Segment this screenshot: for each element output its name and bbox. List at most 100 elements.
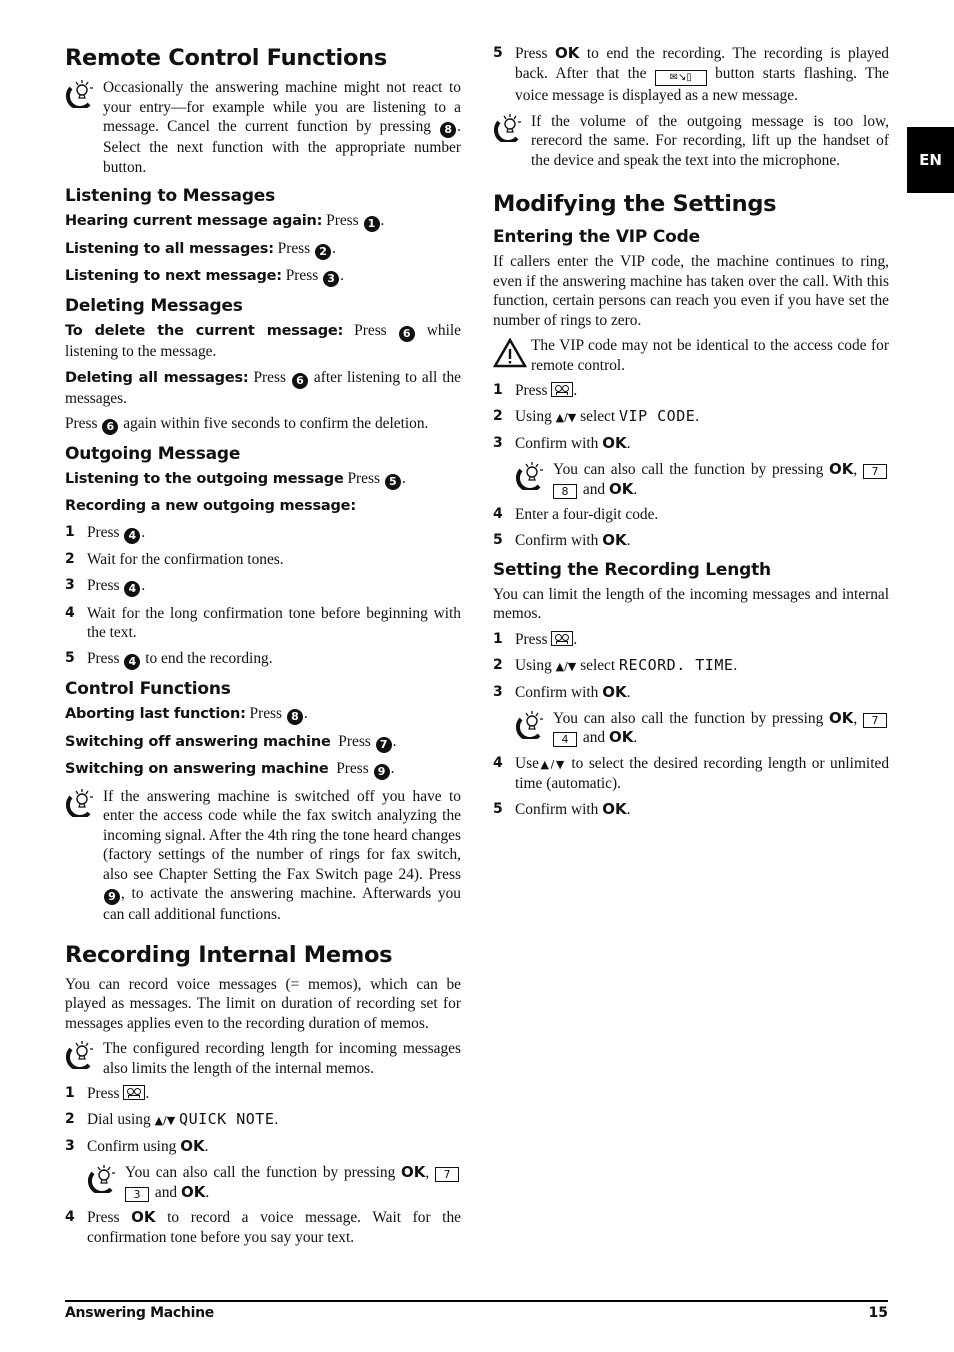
vip-intro: If callers enter the VIP code, the machi… <box>493 253 889 329</box>
lcd-text: VIP CODE <box>619 407 696 425</box>
answering-machine-key-icon <box>551 382 574 397</box>
ok-key: OK <box>555 44 580 62</box>
key-8-icon: 8 <box>553 483 577 499</box>
warning-triangle-icon <box>493 338 527 368</box>
section-title-recording-memos: Recording Internal Memos <box>65 941 393 968</box>
tip-note: You can also call the function by pressi… <box>87 1163 461 1202</box>
key-7-icon: 7 <box>435 1167 459 1182</box>
lightbulb-tip-icon <box>493 113 521 142</box>
deleting-item: Deleting all messages: Press 6 after lis… <box>65 368 462 407</box>
key-9-icon: 9 <box>373 764 390 780</box>
heading-listening-to-messages: Listening to Messages <box>65 186 276 206</box>
step-item: 1 Press . <box>493 630 578 648</box>
tip-note: You can also call the function by pressi… <box>515 460 889 499</box>
step-item: 4 Use▲/▼ to select the desired recording … <box>493 754 890 793</box>
step-item: 5 Confirm with OK. <box>493 531 631 549</box>
right-column: 5 Press OK to end the recording. The reco… <box>493 44 889 826</box>
step-item: 3 Confirm using OK. <box>65 1137 209 1155</box>
deleting-item: To delete the current message: Press 6 w… <box>65 322 461 360</box>
listening-item: Listening to all messages: Press 2. <box>65 239 336 260</box>
key-7-icon: 7 <box>863 464 887 479</box>
key-2-icon: 2 <box>315 243 332 260</box>
control-item: Switching on answering machine Press 9. <box>65 760 395 780</box>
language-tab: EN <box>907 127 954 193</box>
answering-machine-key-icon <box>551 630 574 646</box>
page-number: 15 <box>868 1305 888 1321</box>
tip-note: If the volume of the outgoing message is… <box>493 112 889 171</box>
step-item: 4 Wait for the long confirmation tone bef… <box>65 604 461 642</box>
key-6-icon: 6 <box>398 326 415 342</box>
ok-key: OK <box>602 800 627 818</box>
up-down-arrows-icon: ▲/▼ <box>538 757 566 771</box>
control-item: Switching off answering machine Press 7. <box>65 732 397 753</box>
key-8-icon: 8 <box>286 709 303 725</box>
heading-control-functions: Control Functions <box>65 679 231 699</box>
key-4-icon: 4 <box>553 732 577 747</box>
step-item: 2 Using ▲/▼ select RECORD. TIME. <box>493 655 738 674</box>
ok-key: OK <box>608 479 634 498</box>
key-6-icon: 6 <box>291 372 308 389</box>
key-4-icon: 4 <box>124 581 141 597</box>
step-item: 4 Press OK to record a voice message. Wai… <box>65 1208 461 1246</box>
rec-length-intro: You can limit the length of the incoming… <box>493 585 889 623</box>
step-item: 2 Dial using ▲/▼ QUICK NOTE. <box>65 1110 279 1128</box>
step-item: 1 Press . <box>493 382 578 399</box>
tip-note: If the answering machine is switched off… <box>65 787 461 925</box>
lcd-text: QUICK NOTE <box>179 1110 275 1128</box>
key-7-icon: 7 <box>375 736 392 753</box>
section-title-remote-control: Remote Control Functions <box>65 45 387 71</box>
control-item: Aborting last function: Press 8. <box>65 705 308 725</box>
key-4-icon: 4 <box>124 527 141 544</box>
ok-key: OK <box>608 728 634 746</box>
step-item: 5 Press OK to end the recording. The reco… <box>493 44 890 104</box>
lightbulb-tip-icon <box>515 462 543 490</box>
step-item: 5 Confirm with OK. <box>493 800 631 818</box>
ok-key: OK <box>602 531 627 549</box>
ok-key: OK <box>180 1137 205 1155</box>
tip-note: The configured recording length for inco… <box>65 1039 461 1078</box>
deleting-item: Press 6 again within five seconds to con… <box>65 415 429 435</box>
ok-key: OK <box>180 1182 206 1201</box>
key-4-icon: 4 <box>124 654 141 670</box>
heading-recording-length: Setting the Recording Length <box>493 559 771 580</box>
ok-key: OK <box>829 708 854 727</box>
lightbulb-tip-icon <box>87 1165 115 1193</box>
step-item: 3 Confirm with OK. <box>493 682 631 701</box>
up-down-arrows-icon: ▲/▼ <box>154 1114 176 1127</box>
tip-note: You can also call the function by pressi… <box>515 709 889 748</box>
lightbulb-tip-icon <box>515 710 543 739</box>
key-8-icon: 8 <box>440 122 457 138</box>
lightbulb-tip-icon <box>65 1041 93 1069</box>
heading-outgoing-message: Outgoing Message <box>65 444 241 464</box>
ok-key: OK <box>401 1163 426 1181</box>
key-3-icon: 3 <box>323 271 340 287</box>
ok-key: OK <box>602 682 627 701</box>
answering-machine-key-icon <box>123 1085 146 1100</box>
listening-item: Listening to next message: Press 3. <box>65 267 344 287</box>
heading-vip-code: Entering the VIP Code <box>493 227 700 247</box>
step-item: 5 Press 4 to end the recording. <box>65 650 273 670</box>
lightbulb-tip-icon <box>65 788 93 817</box>
memos-intro: You can record voice messages (= memos),… <box>65 975 461 1032</box>
lightbulb-tip-icon <box>65 80 93 108</box>
footer-section-title: Answering Machine <box>65 1305 214 1321</box>
warning-note: The VIP code may not be identical to the… <box>493 336 889 375</box>
step-item: 1 Press . <box>65 1085 150 1102</box>
outgoing-record-label: Recording a new outgoing message: <box>65 497 356 514</box>
key-7-icon: 7 <box>863 712 887 728</box>
ok-key: OK <box>602 434 627 452</box>
ok-key: OK <box>829 460 854 478</box>
step-item: 2 Using ▲/▼ select VIP CODE. <box>493 407 700 425</box>
ok-key: OK <box>131 1208 156 1226</box>
footer-divider <box>65 1300 888 1302</box>
step-item: 3 Press 4. <box>65 577 146 597</box>
heading-deleting-messages: Deleting Messages <box>65 296 243 316</box>
outgoing-listen-item: Listening to the outgoing message Press … <box>65 470 406 490</box>
left-column: Remote Control Functions Occasionally th… <box>65 44 461 1254</box>
up-down-arrows-icon: ▲/▼ <box>555 411 577 424</box>
message-key-icon: ✉↘▯ <box>654 69 707 86</box>
up-down-arrows-icon: ▲/▼ <box>555 659 577 673</box>
tip-note: Occasionally the answering machine might… <box>65 78 461 177</box>
key-3-icon: 3 <box>125 1186 149 1202</box>
step-item: 2 Wait for the confirmation tones. <box>65 551 284 568</box>
